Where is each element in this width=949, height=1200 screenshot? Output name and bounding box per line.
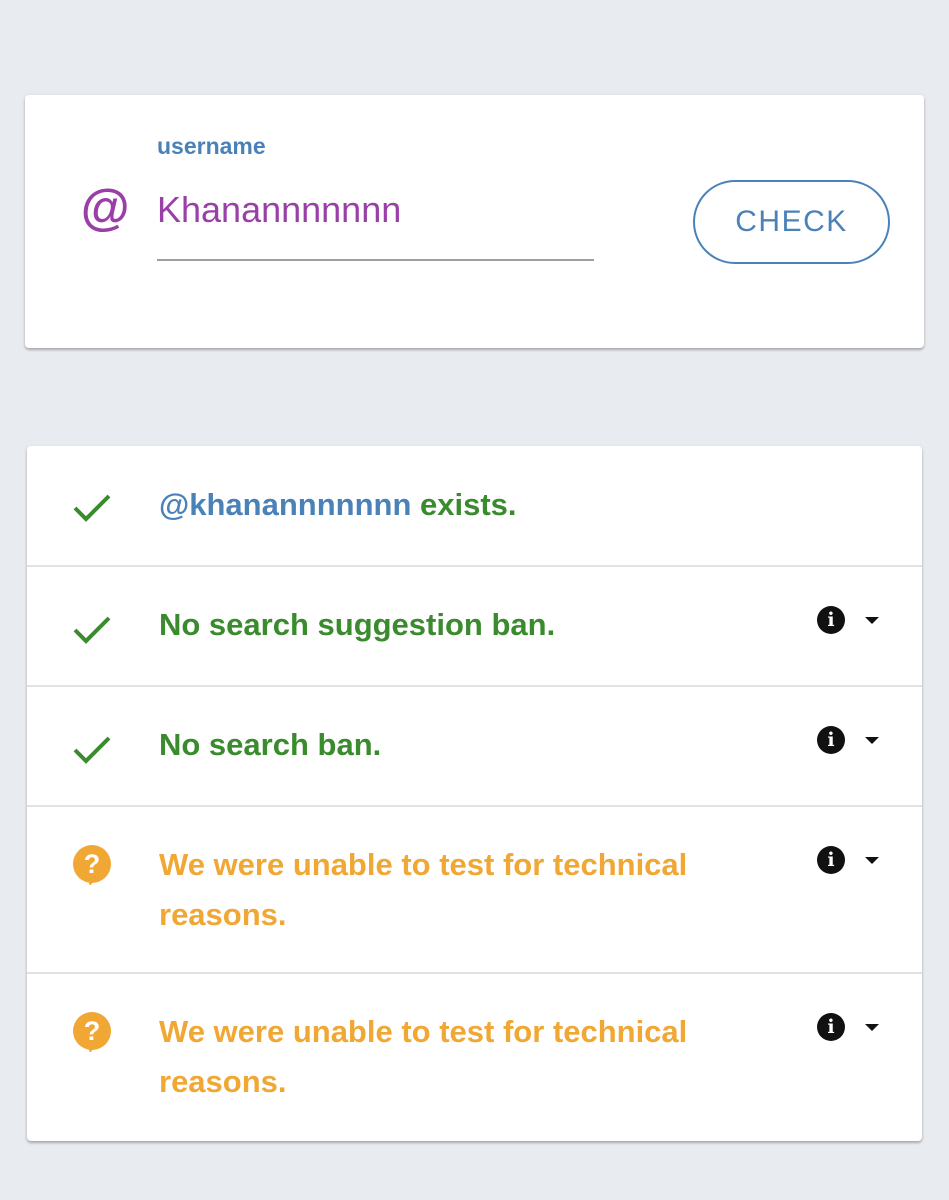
caret-down-icon[interactable] bbox=[865, 617, 879, 624]
result-label: No search suggestion ban. bbox=[159, 607, 556, 642]
check-icon bbox=[73, 736, 111, 764]
caret-down-icon[interactable] bbox=[865, 1024, 879, 1031]
result-label: exists. bbox=[411, 487, 517, 522]
result-label: No search ban. bbox=[159, 727, 382, 762]
info-icon[interactable]: i bbox=[817, 846, 845, 874]
svg-text:?: ? bbox=[84, 1016, 101, 1046]
result-row-search-suggestion: No search suggestion ban. i bbox=[27, 567, 922, 687]
check-icon bbox=[73, 494, 111, 522]
info-icon[interactable]: i bbox=[817, 606, 845, 634]
check-button[interactable]: CHECK bbox=[693, 180, 890, 264]
results-card: @khanannnnnnn exists. No search suggesti… bbox=[27, 446, 922, 1141]
result-label: We were unable to test for technical rea… bbox=[159, 1014, 688, 1099]
info-icon[interactable]: i bbox=[817, 726, 845, 754]
username-handle: @khanannnnnnn bbox=[159, 487, 412, 522]
caret-down-icon[interactable] bbox=[865, 737, 879, 744]
result-row-reply-deboosting: ? We were unable to test for technical r… bbox=[27, 974, 922, 1141]
result-row-ghost-ban: ? We were unable to test for technical r… bbox=[27, 807, 922, 974]
username-label: username bbox=[157, 133, 266, 159]
result-text: @khanannnnnnn exists. bbox=[159, 480, 517, 530]
check-icon bbox=[73, 616, 111, 644]
result-row-search-ban: No search ban. i bbox=[27, 687, 922, 807]
svg-text:?: ? bbox=[84, 849, 101, 879]
result-label: We were unable to test for technical rea… bbox=[159, 847, 688, 932]
result-row-exists: @khanannnnnnn exists. bbox=[27, 446, 922, 567]
at-icon: @ bbox=[80, 180, 129, 236]
info-icon[interactable]: i bbox=[817, 1013, 845, 1041]
caret-down-icon[interactable] bbox=[865, 857, 879, 864]
question-bubble-icon: ? bbox=[73, 845, 111, 885]
username-form-card: username @ CHECK bbox=[25, 95, 924, 348]
username-input[interactable] bbox=[157, 187, 594, 261]
question-bubble-icon: ? bbox=[73, 1012, 111, 1052]
